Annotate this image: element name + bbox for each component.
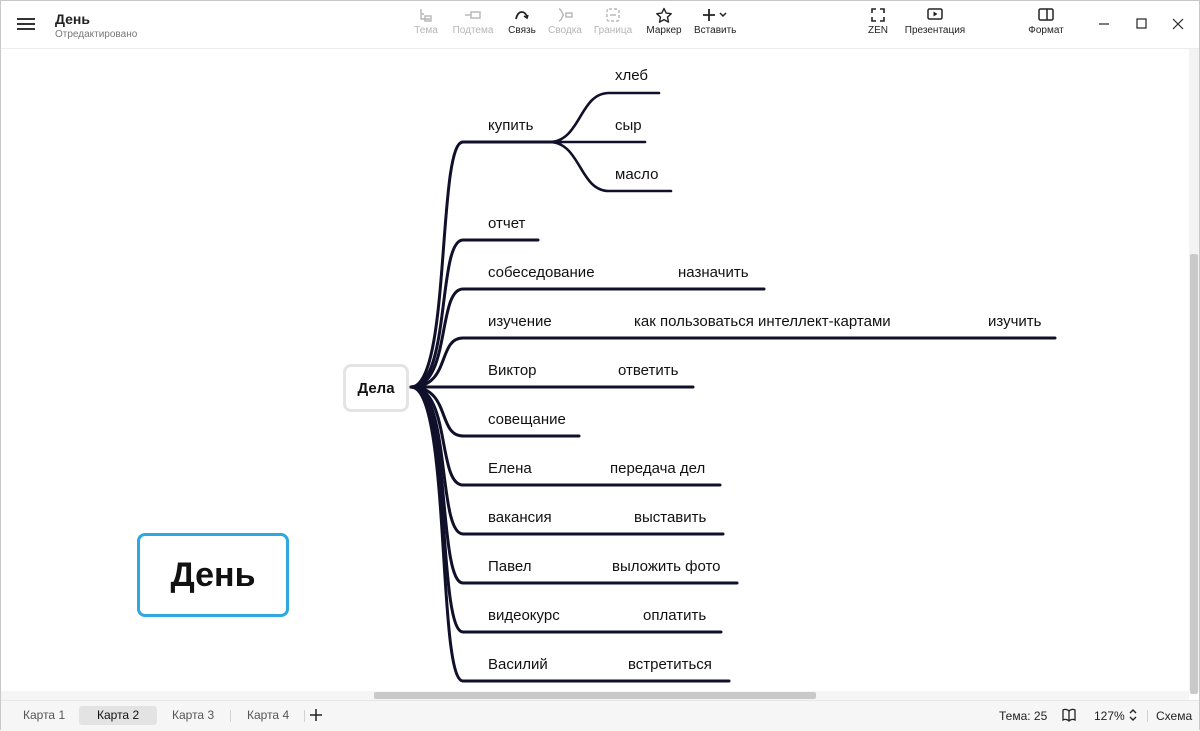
subtopic-vstretitsya[interactable]: встретиться — [628, 656, 712, 673]
subtopic-connector — [547, 91, 661, 144]
connector-lines — [409, 91, 1057, 683]
summary-label: Сводка — [548, 25, 582, 36]
zen-button[interactable]: ZEN — [863, 7, 893, 43]
book-icon — [1062, 708, 1076, 722]
map-view-button[interactable] — [1061, 707, 1077, 723]
star-icon — [656, 7, 672, 23]
close-button[interactable] — [1163, 9, 1193, 39]
topic-vakansiya[interactable]: вакансия — [488, 509, 552, 526]
fullscreen-icon — [871, 8, 885, 22]
topic-elena[interactable]: Елена — [488, 460, 532, 477]
format-button[interactable]: Формат — [1027, 7, 1065, 43]
insert-button[interactable]: Вставить — [694, 7, 736, 43]
tab-map-4[interactable]: Карта 4 — [229, 706, 307, 725]
zen-label: ZEN — [868, 25, 888, 36]
link-button[interactable]: Связь — [505, 7, 539, 43]
play-screen-icon — [927, 8, 943, 20]
topic-sobesedovanie[interactable]: собеседование — [488, 264, 595, 281]
subtopic-vystavit[interactable]: выставить — [634, 509, 707, 526]
plus-chevron-icon — [703, 9, 727, 21]
theme-counter: Тема: 25 — [999, 709, 1048, 723]
vertical-scrollbar[interactable] — [1189, 49, 1199, 694]
horizontal-scroll-thumb[interactable] — [374, 692, 816, 699]
topic-izuchenie[interactable]: изучение — [488, 313, 552, 330]
floating-topic[interactable]: День — [137, 533, 289, 617]
app-window: День Отредактировано Тема Подтема Связь … — [0, 0, 1200, 731]
summary-button[interactable]: Сводка — [546, 7, 584, 43]
theme-button[interactable]: Тема — [411, 7, 441, 43]
central-topic[interactable]: Дела — [343, 364, 409, 412]
insert-label: Вставить — [694, 25, 737, 36]
topic-kupit[interactable]: купить — [488, 117, 534, 134]
floating-topic-label: День — [170, 555, 256, 594]
subtopic-maslo[interactable]: масло — [615, 166, 658, 183]
document-title: День — [55, 11, 90, 27]
link-label: Связь — [508, 25, 536, 36]
presentation-button[interactable]: Презентация — [903, 7, 967, 43]
subtopic-oplatit[interactable]: оплатить — [643, 607, 706, 624]
minimize-button[interactable] — [1089, 9, 1119, 39]
topic-viktor[interactable]: Виктор — [488, 362, 537, 379]
tab-divider — [304, 710, 305, 722]
subtopic-peredacha-del[interactable]: передача дел — [610, 460, 705, 477]
format-label: Формат — [1028, 25, 1064, 36]
maximize-icon — [1136, 18, 1147, 29]
topic-otchet[interactable]: отчет — [488, 215, 526, 232]
status-bar: Карта 1 Карта 2 Карта 3 Карта 4 Тема: 25… — [1, 700, 1199, 731]
topic-videokurs[interactable]: видеокурс — [488, 607, 560, 624]
zoom-level[interactable]: 127% — [1094, 709, 1125, 723]
summary-icon — [558, 8, 573, 22]
toolbar: День Отредактировано Тема Подтема Связь … — [1, 1, 1199, 49]
boundary-label: Граница — [593, 25, 633, 36]
subtopic-otvetit[interactable]: ответить — [618, 362, 679, 379]
boundary-button[interactable]: Граница — [593, 7, 633, 43]
minimize-icon — [1099, 23, 1109, 25]
subtopic-naznachit[interactable]: назначить — [678, 264, 749, 281]
tab-map-2[interactable]: Карта 2 — [79, 706, 158, 725]
horizontal-scrollbar[interactable] — [1, 691, 1189, 700]
curve-arrow-icon — [515, 11, 529, 20]
presentation-label: Презентация — [904, 25, 966, 36]
zoom-stepper[interactable] — [1127, 707, 1139, 723]
tab-map-1[interactable]: Карта 1 — [5, 706, 83, 725]
subtopic-khleb[interactable]: хлеб — [615, 67, 648, 84]
marker-button[interactable]: Маркер — [645, 7, 683, 43]
subtopic-izuchit[interactable]: изучить — [988, 313, 1042, 330]
topic-soveshchanie[interactable]: совещание — [488, 411, 566, 428]
close-icon — [1172, 18, 1184, 30]
maximize-button[interactable] — [1126, 9, 1156, 39]
document-status: Отредактировано — [55, 29, 138, 40]
add-tab-button[interactable] — [308, 707, 324, 723]
plus-icon — [310, 709, 322, 721]
topic-vasiliy[interactable]: Василий — [488, 656, 548, 673]
subtopic-button[interactable]: Подтема — [451, 7, 495, 43]
panel-icon — [1038, 8, 1054, 21]
subtopic-syr[interactable]: сыр — [615, 117, 642, 134]
boundary-icon — [606, 8, 620, 22]
tab-map-3[interactable]: Карта 3 — [154, 706, 232, 725]
central-topic-label: Дела — [357, 379, 395, 397]
subtopic-icon — [465, 11, 481, 19]
outline-button[interactable]: Схема — [1156, 709, 1192, 723]
subtopic-vylozhit-foto[interactable]: выложить фото — [612, 558, 721, 575]
subtopic-label: Подтема — [452, 25, 494, 36]
vertical-scroll-thumb[interactable] — [1190, 254, 1198, 694]
hamburger-menu-icon[interactable] — [17, 15, 35, 33]
chevron-up-down-icon — [1129, 709, 1137, 721]
subtopic-mindmaps[interactable]: как пользоваться интеллект-картами — [634, 313, 891, 330]
status-divider — [1147, 710, 1148, 722]
mindmap-canvas[interactable]: купить хлеб сыр масло отчет собеседовани… — [1, 49, 1189, 691]
topic-icon — [420, 9, 432, 22]
marker-label: Маркер — [646, 25, 682, 36]
topic-pavel[interactable]: Павел — [488, 558, 532, 575]
theme-label: Тема — [414, 25, 438, 36]
